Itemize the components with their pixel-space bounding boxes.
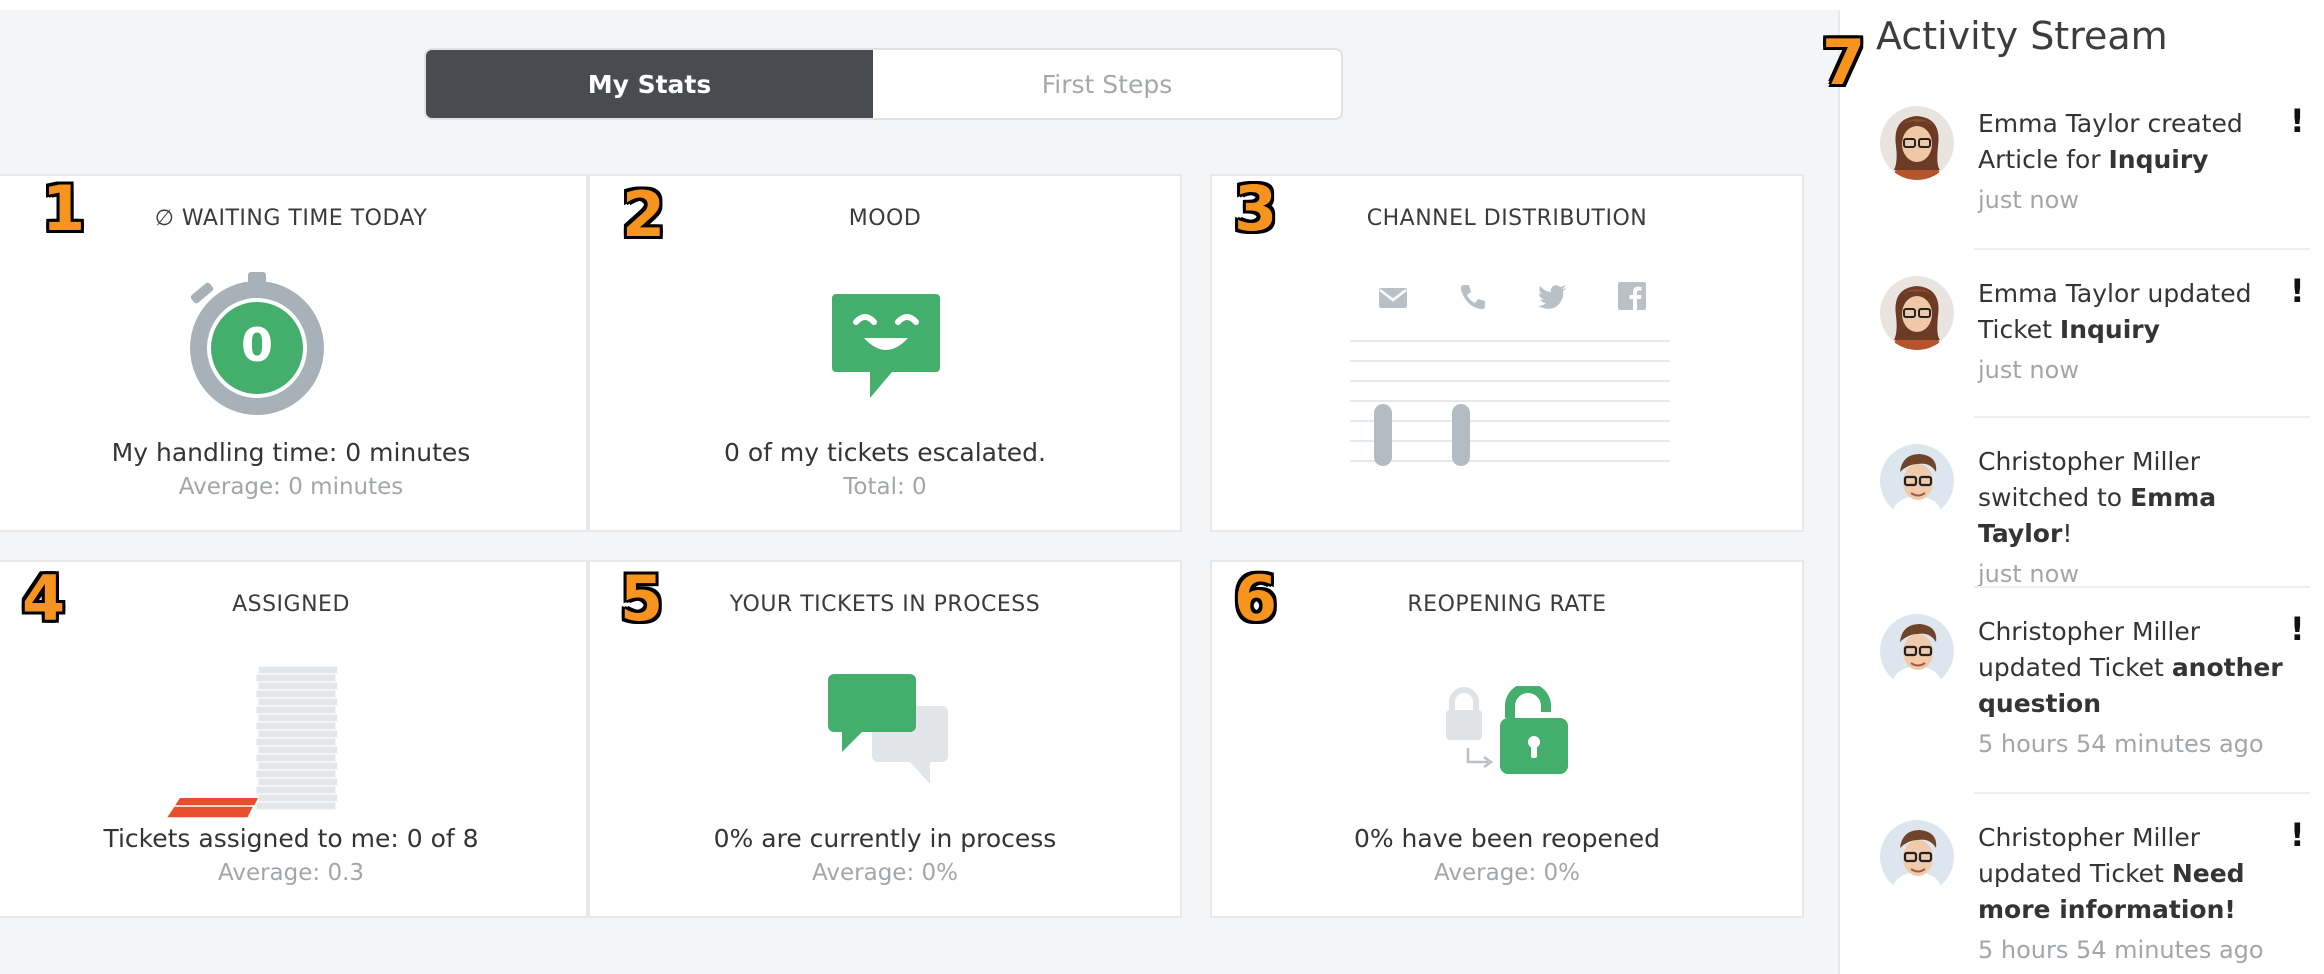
channel-bar (1452, 404, 1470, 466)
stream-divider (1974, 586, 2310, 588)
chart-gridline (1350, 420, 1670, 422)
card-title: CHANNEL DISTRIBUTION (1366, 206, 1648, 231)
tab-my-stats[interactable]: My Stats (426, 50, 873, 118)
chart-gridline (1350, 340, 1670, 342)
stream-item-text: Christopher Miller switched to Emma Tayl… (1978, 444, 2308, 592)
card-title: ASSIGNED (232, 592, 350, 617)
card-main-text: My handling time: 0 minutes (111, 438, 471, 467)
avatar[interactable] (1880, 444, 1954, 518)
stream-item-message: Christopher Miller updated Ticket (1978, 823, 2201, 888)
channel-bar (1374, 404, 1392, 466)
card-title: ∅ WAITING TIME TODAY (154, 206, 428, 231)
tab-first-steps[interactable]: First Steps (873, 50, 1341, 118)
stream-item-time: 5 hours 54 minutes ago (1978, 936, 2264, 964)
card-sub-text: Average: 0.3 (217, 860, 365, 886)
chart-gridline (1350, 360, 1670, 362)
unread-flag-icon: ! (2290, 610, 2305, 648)
avatar[interactable] (1880, 820, 1954, 894)
facebook-icon[interactable] (1618, 282, 1646, 310)
email-icon[interactable] (1378, 286, 1408, 310)
card-main-text: 0% are currently in process (713, 824, 1057, 853)
annotation-number: 2 (622, 178, 666, 251)
stream-item-text: Emma Taylor updated Ticket Inquiry just … (1978, 276, 2308, 388)
card-sub-text: Average: 0% (1434, 860, 1580, 886)
card-title: MOOD (848, 206, 922, 231)
annotation-number: 4 (22, 562, 66, 635)
unread-flag-icon: ! (2290, 102, 2305, 140)
card-sub-text: Average: 0% (812, 860, 958, 886)
stream-item-text: Emma Taylor created Article for Inquiry … (1978, 106, 2308, 218)
stream-divider (1974, 416, 2310, 418)
unlocked-padlock-icon (1446, 686, 1568, 774)
card-main-text: Tickets assigned to me: 0 of 8 (103, 824, 479, 853)
stats-tabs: My Stats First Steps (424, 48, 1343, 120)
stream-item-text: Christopher Miller updated Ticket anothe… (1978, 614, 2308, 762)
card-assigned: ASSIGNED Tickets assigned to me: 0 of 8 … (0, 560, 588, 918)
stream-divider (1974, 792, 2310, 794)
chart-gridline (1350, 440, 1670, 442)
activity-stream-title: Activity Stream (1876, 14, 2168, 58)
stream-item[interactable]: Emma Taylor updated Ticket Inquiry just … (1880, 276, 2310, 406)
stream-item[interactable]: Emma Taylor created Article for Inquiry … (1880, 106, 2310, 236)
stream-item[interactable]: Christopher Miller updated Ticket anothe… (1880, 614, 2310, 774)
waiting-time-value: 0 (240, 318, 273, 372)
stream-item-text: Christopher Miller updated Ticket Need m… (1978, 820, 2308, 968)
card-title: YOUR TICKETS IN PROCESS (729, 592, 1041, 617)
chart-gridline (1350, 400, 1670, 402)
stream-divider (1974, 248, 2310, 250)
annotation-number: 6 (1234, 562, 1278, 635)
avatar[interactable] (1880, 106, 1954, 180)
stream-item-link[interactable]: Inquiry (2108, 145, 2208, 174)
card-main-text: 0% have been reopened (1353, 824, 1661, 853)
sidebar-divider (1838, 10, 1840, 974)
annotation-number: 7 (1822, 26, 1866, 99)
chart-gridline (1350, 380, 1670, 382)
chart-gridline (1350, 460, 1670, 462)
card-reopening-rate: REOPENING RATE 0% have been reopened Ave… (1210, 560, 1804, 918)
card-main-text: 0 of my tickets escalated. (724, 438, 1046, 467)
stream-item[interactable]: Christopher Miller updated Ticket Need m… (1880, 820, 2310, 974)
annotation-number: 3 (1234, 172, 1278, 245)
avatar[interactable] (1880, 614, 1954, 688)
phone-icon[interactable] (1458, 282, 1488, 312)
annotation-number: 5 (620, 562, 664, 635)
unread-flag-icon: ! (2290, 272, 2305, 310)
card-sub-text: Total: 0 (843, 474, 927, 500)
stream-item-message-suffix: ! (2062, 519, 2073, 548)
card-channel-distribution: CHANNEL DISTRIBUTION (1210, 174, 1804, 532)
twitter-icon[interactable] (1538, 284, 1568, 310)
card-mood: MOOD 0 of my tickets escalated. Total: 0 (588, 174, 1182, 532)
ticket-stack-icon (164, 665, 339, 819)
avatar[interactable] (1880, 276, 1954, 350)
chat-bubbles-icon (828, 674, 948, 784)
stream-item-link[interactable]: Inquiry (2060, 315, 2160, 344)
card-sub-text: Average: 0 minutes (178, 474, 404, 500)
stream-item-time: just now (1978, 356, 2079, 384)
card-waiting-time: ∅ WAITING TIME TODAY 0 My handling time:… (0, 174, 588, 532)
card-tickets-in-process: YOUR TICKETS IN PROCESS 0% are currently… (588, 560, 1182, 918)
annotation-number: 1 (42, 172, 86, 245)
smiling-chat-bubble-icon (832, 294, 940, 398)
stream-item-time: 5 hours 54 minutes ago (1978, 730, 2264, 758)
card-title: REOPENING RATE (1407, 592, 1607, 617)
stream-item-time: just now (1978, 186, 2079, 214)
stream-item-message: Christopher Miller updated Ticket (1978, 617, 2201, 682)
unread-flag-icon: ! (2290, 816, 2305, 854)
stream-item[interactable]: Christopher Miller switched to Emma Tayl… (1880, 444, 2310, 588)
